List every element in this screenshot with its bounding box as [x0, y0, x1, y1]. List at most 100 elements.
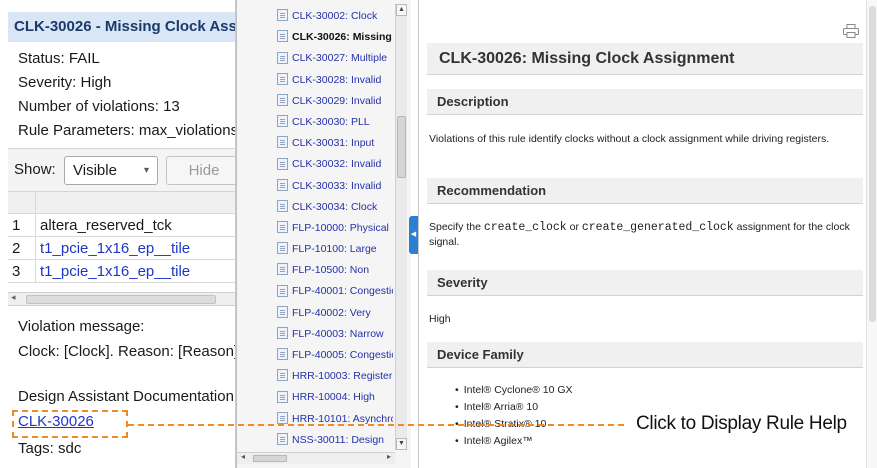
row-node-link[interactable]: t1_pcie_1x16_ep__tile: [40, 260, 190, 283]
print-icon[interactable]: [843, 24, 859, 38]
callout-connector: [128, 424, 624, 426]
scrollbar-thumb[interactable]: [869, 6, 876, 322]
tree-item-label: CLK-30027: Multiple: [292, 52, 388, 65]
severity-value: High: [429, 313, 451, 325]
tree-item[interactable]: CLK-30026: Missing: [277, 27, 393, 48]
document-icon: [277, 284, 288, 297]
tree-vertical-scrollbar[interactable]: ▲ ▼: [395, 4, 407, 450]
tree-item[interactable]: CLK-30029: Invalid: [277, 91, 393, 112]
tree-item-label: CLK-30028: Invalid: [292, 73, 382, 86]
violation-message-label: Violation message:: [18, 318, 145, 335]
show-dropdown[interactable]: Visible ▾: [64, 156, 158, 185]
tree-item[interactable]: CLK-30027: Multiple: [277, 48, 393, 69]
tree-item[interactable]: FLP-10000: Physical: [277, 218, 393, 239]
document-icon: [277, 390, 288, 403]
scrollbar-thumb[interactable]: [26, 295, 216, 304]
row-node-name: altera_reserved_tck: [40, 217, 172, 234]
tags-text: Tags: sdc: [18, 440, 82, 457]
tree-item[interactable]: FLP-10100: Large: [277, 239, 393, 260]
tree-item[interactable]: FLP-40003: Narrow: [277, 324, 393, 345]
table-row[interactable]: 1 altera_reserved_tck: [8, 214, 235, 237]
hide-button[interactable]: Hide: [166, 156, 235, 185]
show-label: Show:: [14, 161, 56, 178]
list-item: Intel® Arria® 10: [455, 399, 573, 416]
list-item: Intel® Cyclone® 10 GX: [455, 382, 573, 399]
tree-item[interactable]: CLK-30032: Invalid: [277, 154, 393, 175]
rule-tree-list: CLK-30002: Clock CLK-30026: Missing CLK-30…: [277, 6, 393, 451]
document-icon: [277, 115, 288, 128]
tree-item-label: FLP-40002: Very: [292, 306, 371, 319]
tree-item[interactable]: FLP-40001: Congestion: [277, 281, 393, 302]
severity-text: Severity: High: [18, 74, 112, 91]
scrollbar-thumb[interactable]: [397, 116, 406, 178]
callout-label: Click to Display Rule Help: [632, 410, 851, 438]
rule-help-panel: CLK-30026: Missing Clock Assignment Desc…: [418, 0, 877, 468]
section-severity: Severity: [427, 270, 863, 296]
tree-item-label: CLK-30032: Invalid: [292, 158, 382, 171]
tree-horizontal-scrollbar[interactable]: ◂ ▸: [237, 452, 395, 464]
tree-item-label: FLP-10100: Large: [292, 243, 377, 256]
tree-item[interactable]: CLK-30031: Input: [277, 133, 393, 154]
violations-table: 1 altera_reserved_tck 2 t1_pcie_1x16_ep_…: [8, 192, 235, 283]
table-horizontal-scrollbar[interactable]: ◂: [8, 292, 235, 306]
tree-item[interactable]: CLK-30002: Clock: [277, 6, 393, 27]
tree-item-label: CLK-30029: Invalid: [292, 94, 382, 107]
tree-item[interactable]: CLK-30030: PLL: [277, 112, 393, 133]
table-row[interactable]: 2 t1_pcie_1x16_ep__tile: [8, 237, 235, 260]
code-create-generated-clock: create_generated_clock: [581, 221, 734, 234]
tree-item[interactable]: CLK-30034: Clock: [277, 197, 393, 218]
row-number: 3: [8, 260, 36, 282]
scrollbar-thumb[interactable]: [253, 455, 287, 462]
tree-item[interactable]: FLP-40002: Very: [277, 303, 393, 324]
tree-item-label: HRR-10003: Register: [292, 370, 393, 383]
description-text: Violations of this rule identify clocks …: [429, 133, 830, 145]
document-icon: [277, 411, 288, 424]
scroll-down-icon[interactable]: ▼: [396, 438, 407, 450]
tree-item[interactable]: FLP-10500: Non: [277, 260, 393, 281]
document-icon: [277, 51, 288, 64]
tree-item-label: NSS-30011: Design: [292, 433, 385, 446]
tree-item[interactable]: HRR-10003: Register: [277, 366, 393, 387]
document-icon: [277, 369, 288, 382]
filter-toolbar: Show: Visible ▾ Hide: [8, 148, 235, 192]
tree-item[interactable]: CLK-30028: Invalid: [277, 70, 393, 91]
tree-item-label: HRR-10004: High: [292, 391, 375, 404]
tree-item-label: HRR-10101: Asynchronous: [292, 412, 393, 425]
document-icon: [277, 30, 288, 43]
documentation-label: Design Assistant Documentation:: [18, 388, 236, 405]
tree-item-label: CLK-30002: Clock: [292, 10, 378, 22]
tree-item-label: FLP-10500: Non: [292, 264, 370, 277]
tree-item[interactable]: HRR-10101: Asynchronous: [277, 409, 393, 430]
tree-item[interactable]: HRR-10004: High: [277, 387, 393, 408]
document-icon: [277, 242, 288, 255]
document-icon: [277, 72, 288, 85]
table-header-row: [8, 192, 235, 214]
tree-item-label: FLP-40003: Narrow: [292, 327, 384, 340]
link-highlight-box: [12, 410, 128, 438]
tree-item-label: CLK-30034: Clock: [292, 200, 378, 213]
scroll-right-icon[interactable]: ▸: [387, 452, 391, 461]
tree-item[interactable]: FLP-40005: Congestion: [277, 345, 393, 366]
row-node-link[interactable]: t1_pcie_1x16_ep__tile: [40, 237, 190, 260]
help-vertical-scrollbar[interactable]: [866, 0, 877, 468]
table-header-cell: [8, 192, 36, 213]
tree-item-label: FLP-10000: Physical: [292, 221, 389, 234]
recommendation-text: Specify the create_clock or create_gener…: [429, 220, 865, 250]
scroll-left-icon[interactable]: ◂: [241, 452, 245, 461]
row-number: 2: [8, 237, 36, 259]
collapse-pane-button[interactable]: ◀: [409, 216, 418, 254]
table-row[interactable]: 3 t1_pcie_1x16_ep__tile: [8, 260, 235, 283]
violation-message: Clock: [Clock]. Reason: [Reason]: [18, 343, 236, 360]
document-icon: [277, 348, 288, 361]
tree-item-label: CLK-30033: Invalid: [292, 179, 382, 192]
tree-item[interactable]: NSS-30011: Design: [277, 430, 393, 451]
violation-details-panel: CLK-30026 - Missing Clock Assignment Sta…: [0, 0, 236, 468]
document-icon: [277, 327, 288, 340]
tree-item[interactable]: CLK-30033: Invalid: [277, 176, 393, 197]
scroll-left-icon[interactable]: ◂: [11, 292, 16, 303]
document-icon: [277, 9, 288, 22]
document-icon: [277, 199, 288, 212]
scroll-up-icon[interactable]: ▲: [396, 4, 407, 16]
document-icon: [277, 178, 288, 191]
document-icon: [277, 221, 288, 234]
